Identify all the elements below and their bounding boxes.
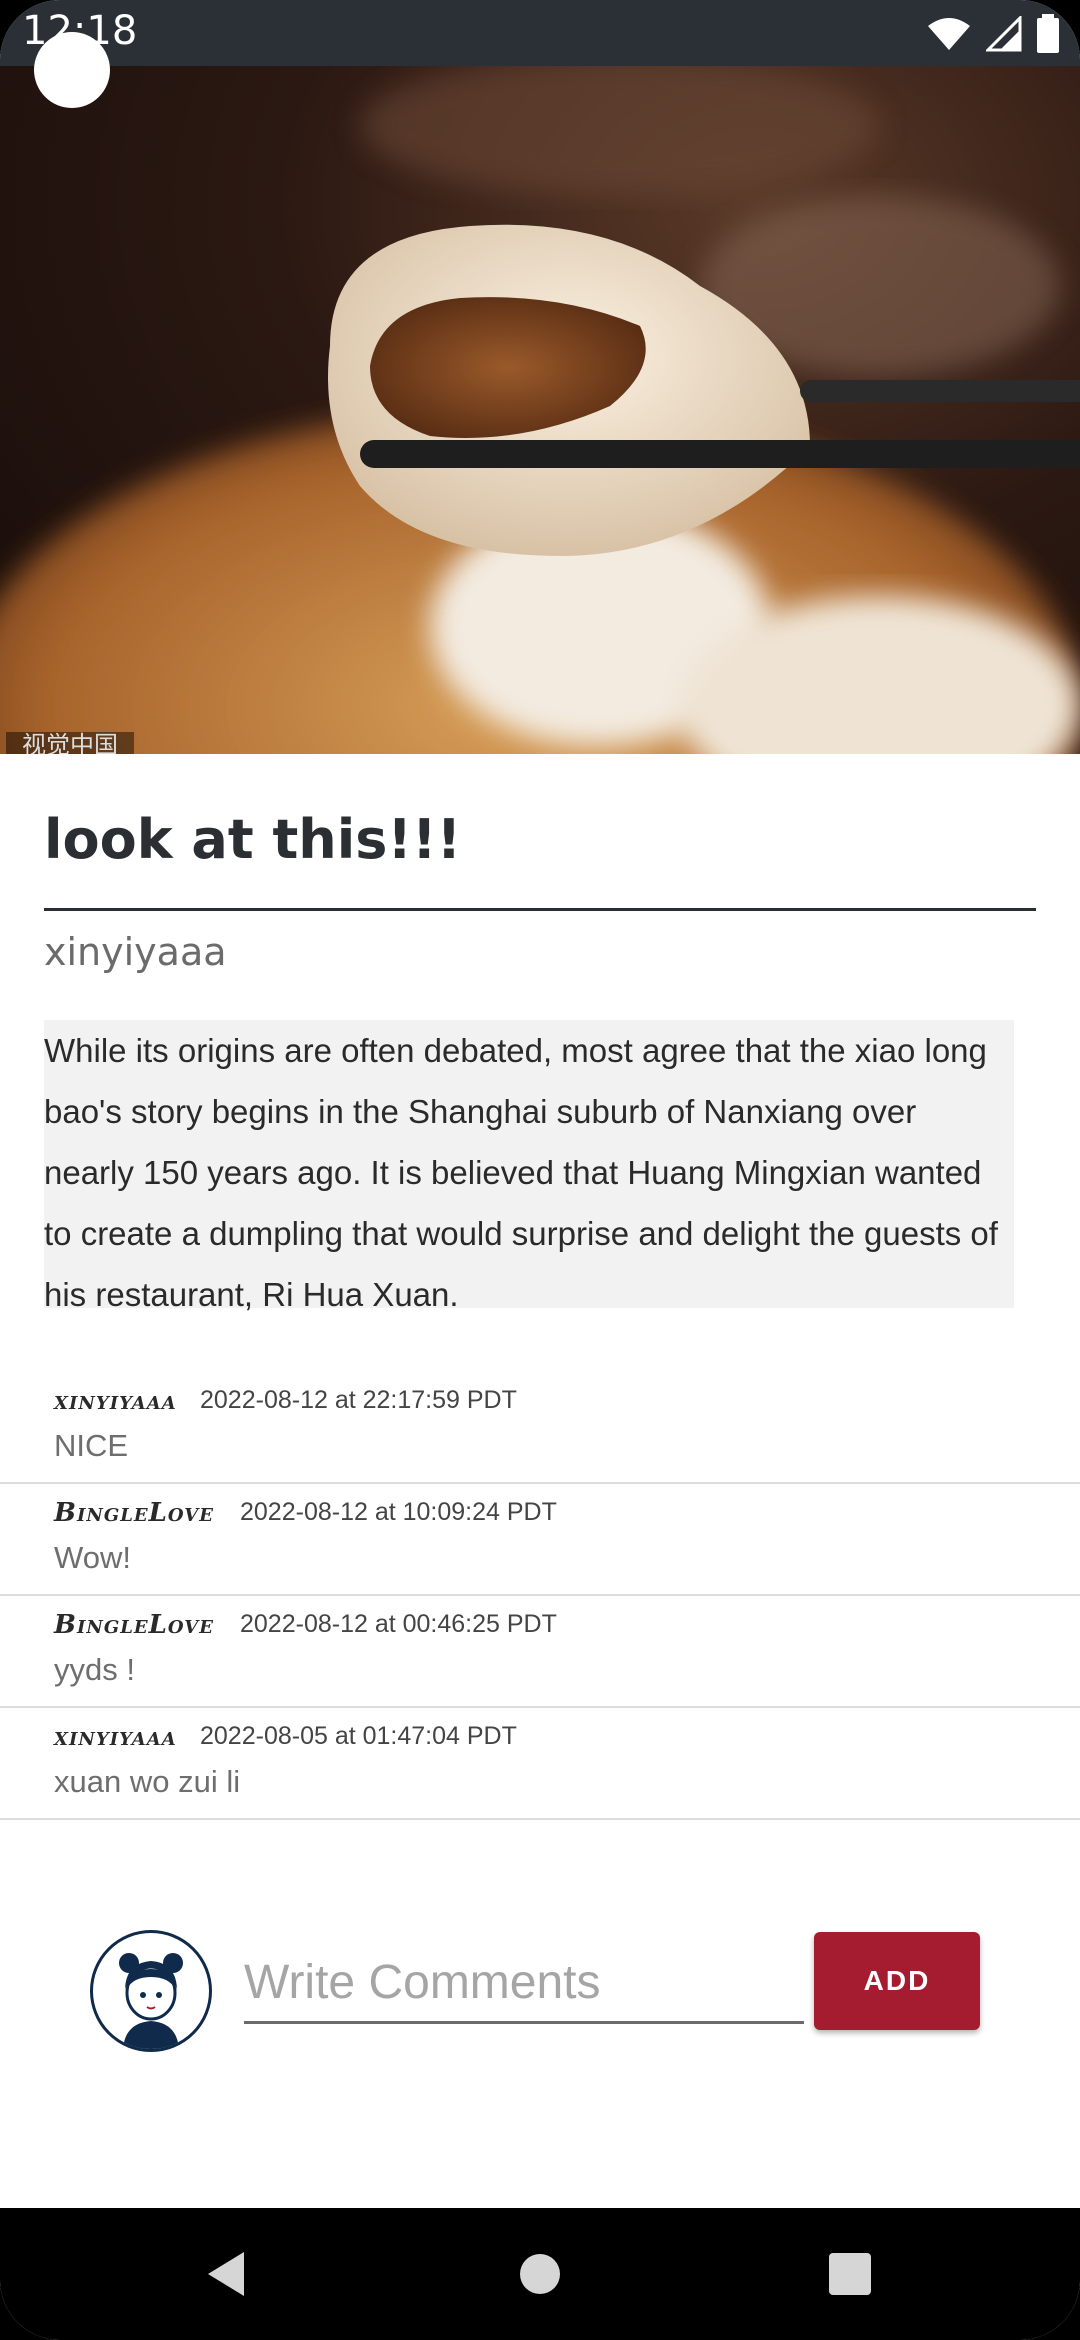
back-button[interactable]	[34, 32, 110, 108]
comment-list: xinyiyaaa 2022-08-12 at 22:17:59 PDT NIC…	[0, 1372, 1080, 1820]
comment-text: Wow!	[54, 1540, 131, 1575]
comment-user: xinyiyaaa	[54, 1386, 177, 1416]
comment-user: BingleLove	[54, 1610, 214, 1640]
nav-recents-button[interactable]	[780, 2208, 920, 2340]
image-watermark: 视觉中国	[6, 732, 134, 754]
recents-icon	[829, 2253, 871, 2295]
add-comment-button[interactable]: ADD	[814, 1932, 980, 2030]
comment-item: xinyiyaaa 2022-08-12 at 22:17:59 PDT NIC…	[0, 1372, 1080, 1484]
battery-icon	[1037, 14, 1059, 53]
comment-user: xinyiyaaa	[54, 1722, 177, 1752]
comment-text: yyds !	[54, 1652, 135, 1687]
post-body: While its origins are often debated, mos…	[44, 1020, 1014, 1313]
status-icons	[926, 14, 1060, 54]
comment-date: 2022-08-12 at 00:46:25 PDT	[240, 1610, 557, 1638]
post-author: xinyiyaaa	[44, 930, 227, 974]
post-image: 视觉中国	[0, 66, 1080, 754]
comment-item: BingleLove 2022-08-12 at 10:09:24 PDT Wo…	[0, 1484, 1080, 1596]
comment-date: 2022-08-12 at 22:17:59 PDT	[200, 1386, 517, 1414]
comment-text: xuan wo zui li	[54, 1764, 241, 1799]
wifi-icon	[928, 18, 970, 50]
back-icon	[208, 2252, 244, 2296]
nav-back-button[interactable]	[156, 2208, 296, 2340]
comment-input[interactable]	[244, 1944, 804, 2024]
post-title: look at this!!!	[44, 808, 462, 871]
comment-item: xinyiyaaa 2022-08-05 at 01:47:04 PDT xua…	[0, 1708, 1080, 1820]
app-screen: 12:18 视觉中国 look at this!!! xinyiyaaa Whi…	[0, 0, 1080, 2340]
post-body-text: While its origins are often debated, mos…	[44, 1032, 998, 1313]
comment-date: 2022-08-05 at 01:47:04 PDT	[200, 1722, 517, 1750]
signal-icon	[986, 16, 1022, 52]
status-bar: 12:18	[0, 0, 1080, 66]
comment-text: NICE	[54, 1428, 129, 1463]
title-divider	[44, 908, 1036, 911]
comment-date: 2022-08-12 at 10:09:24 PDT	[240, 1498, 557, 1526]
dumpling-photo	[0, 66, 1080, 754]
comment-item: BingleLove 2022-08-12 at 00:46:25 PDT yy…	[0, 1596, 1080, 1708]
avatar-illustration	[119, 1953, 183, 2049]
user-avatar	[90, 1930, 212, 2052]
nav-home-button[interactable]	[470, 2208, 610, 2340]
comment-user: BingleLove	[54, 1498, 214, 1528]
system-nav-bar	[0, 2208, 1080, 2340]
home-icon	[520, 2254, 560, 2294]
